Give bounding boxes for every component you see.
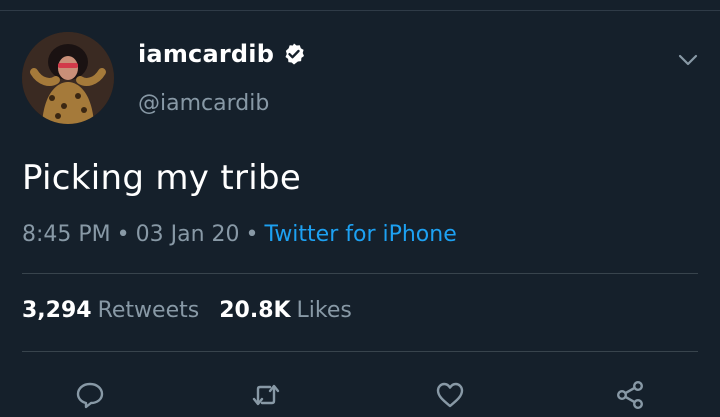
share-icon (616, 381, 644, 410)
tweet-stats: 3,294 Retweets 20.8K Likes (22, 298, 352, 323)
meta-separator: • (116, 222, 130, 247)
avatar[interactable] (22, 32, 114, 124)
tweet-time: 8:45 PM (22, 222, 111, 247)
divider (22, 273, 698, 274)
avatar-image (22, 32, 114, 124)
display-name[interactable]: iamcardib (138, 40, 274, 68)
likes-label: Likes (296, 298, 352, 323)
retweets-label: Retweets (97, 298, 200, 323)
tweet-date: 03 Jan 20 (135, 222, 240, 247)
tweet-meta: 8:45 PM • 03 Jan 20 • Twitter for iPhone (22, 222, 457, 247)
verified-badge-icon (282, 42, 306, 66)
reply-button[interactable] (70, 375, 110, 415)
top-divider (0, 10, 720, 11)
reply-icon (76, 382, 104, 409)
chevron-down-icon[interactable] (676, 50, 700, 70)
retweet-button[interactable] (246, 375, 286, 415)
retweets-stat[interactable]: 3,294 Retweets (22, 298, 199, 323)
heart-icon (436, 382, 464, 408)
share-button[interactable] (610, 375, 650, 415)
meta-separator: • (245, 222, 259, 247)
like-button[interactable] (430, 375, 470, 415)
likes-stat[interactable]: 20.8K Likes (219, 298, 352, 323)
user-handle[interactable]: @iamcardib (138, 91, 269, 116)
tweet-source-link[interactable]: Twitter for iPhone (265, 222, 457, 247)
tweet-text: Picking my tribe (22, 158, 302, 198)
retweets-count: 3,294 (22, 298, 92, 323)
action-bar (0, 375, 720, 415)
divider (22, 351, 698, 352)
likes-count: 20.8K (219, 298, 291, 323)
retweet-icon (252, 384, 280, 406)
author-name-row[interactable]: iamcardib (138, 40, 306, 68)
